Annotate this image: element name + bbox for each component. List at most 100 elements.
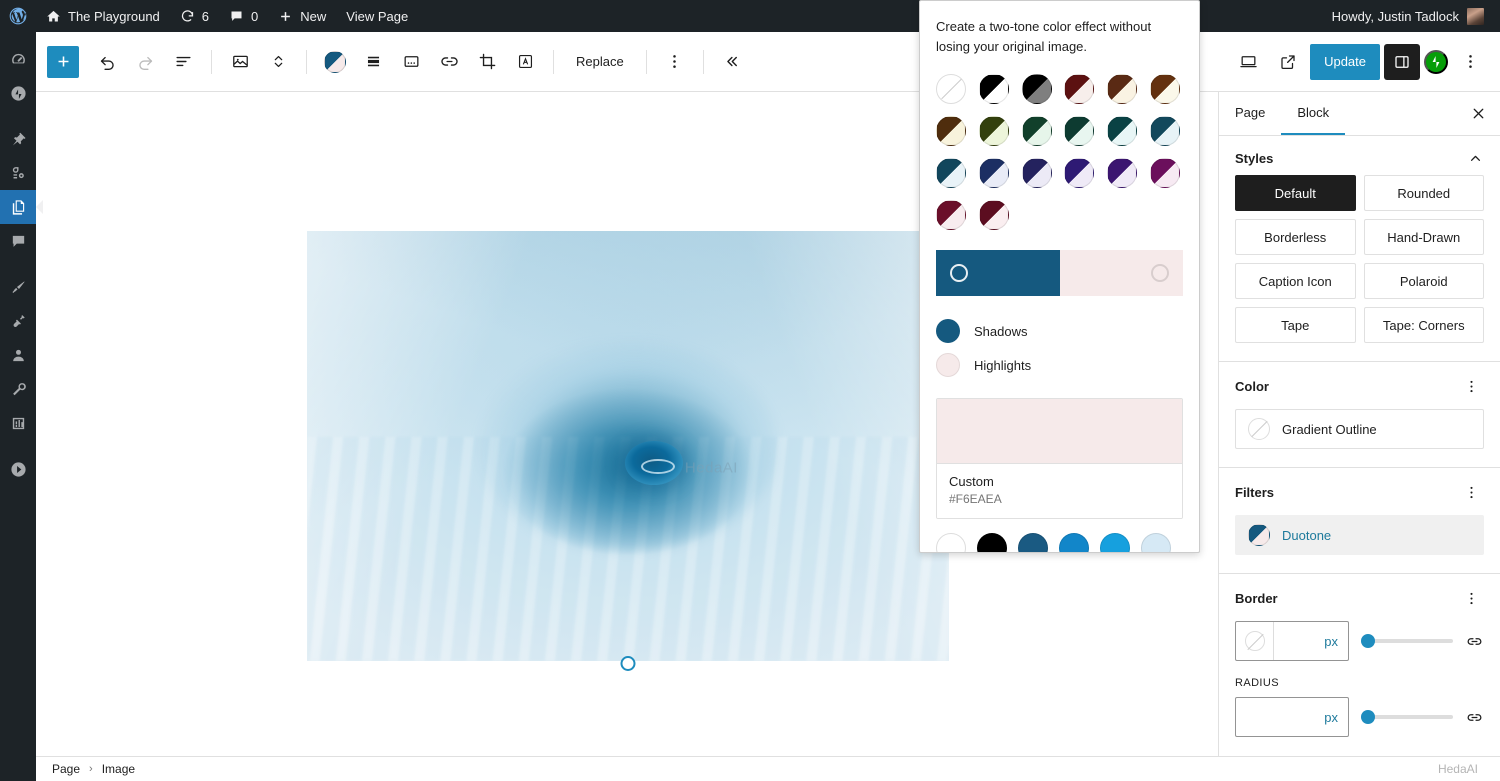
sidebar-item-comments[interactable]: [0, 224, 36, 258]
duotone-preset-teal-ice[interactable]: [1107, 116, 1137, 146]
block-type-button[interactable]: [222, 44, 258, 80]
new-content-menu[interactable]: New: [268, 0, 336, 32]
style-option-hand-drawn[interactable]: Hand-Drawn: [1364, 219, 1485, 255]
align-button[interactable]: [355, 44, 391, 80]
duotone-preset-wine-blush[interactable]: [979, 200, 1009, 230]
style-option-tape[interactable]: Tape: [1235, 307, 1356, 343]
shadows-color-button[interactable]: [936, 250, 1060, 296]
style-option-tape-corners[interactable]: Tape: Corners: [1364, 307, 1485, 343]
border-radius-slider[interactable]: [1361, 707, 1453, 727]
sidebar-item-plugins[interactable]: [0, 304, 36, 338]
tab-block[interactable]: Block: [1281, 92, 1345, 135]
palette-swatch-blue[interactable]: [1059, 533, 1089, 553]
chevron-up-icon[interactable]: [1467, 150, 1484, 167]
border-width-field[interactable]: px: [1235, 621, 1349, 661]
image-block[interactable]: HedaAI: [307, 231, 949, 661]
palette-swatch-pale-blue[interactable]: [1141, 533, 1171, 553]
filters-options-kebab-menu-icon[interactable]: [1459, 482, 1484, 503]
border-radius-unit[interactable]: px: [1236, 698, 1348, 736]
duotone-preset-rust-ivory[interactable]: [1150, 74, 1180, 104]
palette-swatch-black[interactable]: [977, 533, 1007, 553]
legend-highlights[interactable]: Highlights: [936, 348, 1183, 382]
sidebar-item-jetpack[interactable]: [0, 76, 36, 110]
view-post-button[interactable]: [1270, 44, 1306, 80]
caption-button[interactable]: [393, 44, 429, 80]
border-width-slider[interactable]: [1361, 631, 1453, 651]
preview-device-button[interactable]: [1230, 44, 1266, 80]
border-radius-field[interactable]: px: [1235, 697, 1349, 737]
filter-item-duotone[interactable]: Duotone: [1235, 515, 1484, 555]
comments-menu[interactable]: 0: [219, 0, 268, 32]
redo-button[interactable]: [127, 44, 163, 80]
duotone-preset-purple-pale[interactable]: [1107, 158, 1137, 188]
list-view-button[interactable]: [165, 44, 201, 80]
text-over-image-button[interactable]: [507, 44, 543, 80]
sidebar-item-media[interactable]: [0, 156, 36, 190]
link-sides-icon[interactable]: [1465, 632, 1484, 651]
sidebar-item-tools[interactable]: [0, 372, 36, 406]
undo-button[interactable]: [89, 44, 125, 80]
style-option-polaroid[interactable]: Polaroid: [1364, 263, 1485, 299]
duotone-filter-button[interactable]: [317, 44, 353, 80]
border-width-unit[interactable]: px: [1274, 622, 1348, 660]
style-option-caption-icon[interactable]: Caption Icon: [1235, 263, 1356, 299]
add-block-button[interactable]: [47, 46, 79, 78]
duotone-preset-brown-cream[interactable]: [1107, 74, 1137, 104]
border-options-kebab-menu-icon[interactable]: [1459, 588, 1484, 609]
duotone-preset-coffee-ivory[interactable]: [936, 116, 966, 146]
style-option-default[interactable]: Default: [1235, 175, 1356, 211]
breadcrumb-item-image[interactable]: Image: [102, 762, 135, 776]
link-button[interactable]: [431, 44, 467, 80]
duotone-preset-pine-mint[interactable]: [1064, 116, 1094, 146]
duotone-preset-steel-ice[interactable]: [936, 158, 966, 188]
editor-options-button[interactable]: [1452, 44, 1488, 80]
duotone-preset-dark-red-cream[interactable]: [1064, 74, 1094, 104]
sidebar-item-pages[interactable]: [0, 190, 36, 224]
duotone-preset-olive-pale[interactable]: [979, 116, 1009, 146]
account-menu[interactable]: Howdy, Justin Tadlock: [1326, 8, 1490, 25]
duotone-preset-indigo-pale[interactable]: [1022, 158, 1052, 188]
duotone-preset-deep-teal-ice[interactable]: [1150, 116, 1180, 146]
duotone-preset-unset[interactable]: [936, 74, 966, 104]
sidebar-item-settings[interactable]: [0, 406, 36, 440]
duotone-preset-forest-mint[interactable]: [1022, 116, 1052, 146]
duotone-preset-magenta-pink[interactable]: [1150, 158, 1180, 188]
custom-color-card[interactable]: Custom #F6EAEA: [936, 398, 1183, 519]
crop-button[interactable]: [469, 44, 505, 80]
replace-button[interactable]: Replace: [564, 44, 636, 80]
view-page-link[interactable]: View Page: [336, 0, 418, 32]
sidebar-item-appearance[interactable]: [0, 270, 36, 304]
site-name-menu[interactable]: The Playground: [36, 0, 170, 32]
highlights-color-button[interactable]: [1060, 250, 1184, 296]
slider-thumb[interactable]: [1361, 710, 1375, 724]
resize-handle[interactable]: [621, 656, 636, 671]
block-more-options-button[interactable]: [657, 44, 693, 80]
sidebar-item-users[interactable]: [0, 338, 36, 372]
jetpack-button[interactable]: [1424, 50, 1448, 74]
move-block-button[interactable]: [260, 44, 296, 80]
style-option-rounded[interactable]: Rounded: [1364, 175, 1485, 211]
duotone-preset-navy-pale[interactable]: [979, 158, 1009, 188]
duotone-preset-black-white[interactable]: [979, 74, 1009, 104]
palette-swatch-white[interactable]: [936, 533, 966, 553]
tab-page[interactable]: Page: [1219, 92, 1281, 135]
duotone-preset-crimson-blush[interactable]: [936, 200, 966, 230]
palette-swatch-light-blue[interactable]: [1100, 533, 1130, 553]
style-option-borderless[interactable]: Borderless: [1235, 219, 1356, 255]
legend-shadows[interactable]: Shadows: [936, 314, 1183, 348]
palette-swatch-dark-blue[interactable]: [1018, 533, 1048, 553]
update-button[interactable]: Update: [1310, 44, 1380, 80]
duotone-preset-violet-pale[interactable]: [1064, 158, 1094, 188]
link-corners-icon[interactable]: [1465, 708, 1484, 727]
duotone-preset-black-gray[interactable]: [1022, 74, 1052, 104]
breadcrumb-item-page[interactable]: Page: [52, 762, 80, 776]
sidebar-item-dashboard[interactable]: [0, 42, 36, 76]
color-item-gradient-outline[interactable]: Gradient Outline: [1235, 409, 1484, 449]
collapse-menu-button[interactable]: [0, 452, 36, 486]
wordpress-logo-icon[interactable]: [0, 0, 36, 32]
border-color-swatch[interactable]: [1236, 622, 1274, 660]
color-options-kebab-menu-icon[interactable]: [1459, 376, 1484, 397]
collapse-toolbar-button[interactable]: [714, 44, 750, 80]
settings-sidebar-toggle[interactable]: [1384, 44, 1420, 80]
close-sidebar-button[interactable]: [1456, 92, 1500, 135]
